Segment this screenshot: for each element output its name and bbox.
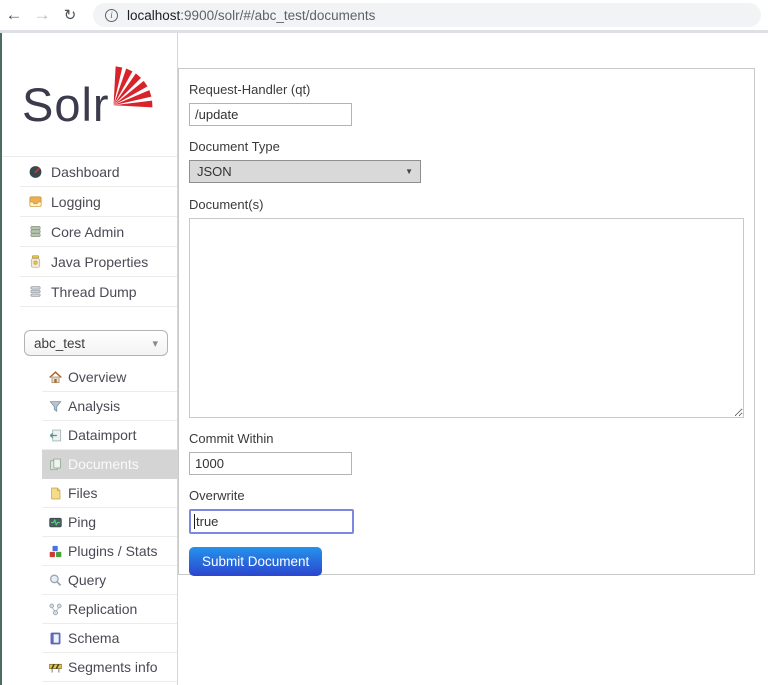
sidebar-item-ping[interactable]: Ping <box>42 508 177 537</box>
sidebar-item-label: Logging <box>51 193 101 210</box>
replication-icon <box>48 602 63 617</box>
sidebar-item-label: Files <box>68 485 98 501</box>
sidebar-item-dataimport[interactable]: Dataimport <box>42 421 177 450</box>
sidebar-item-overview[interactable]: Overview <box>42 363 177 392</box>
forward-icon[interactable]: → <box>28 5 56 25</box>
sidebar-item-label: Schema <box>68 630 120 646</box>
sidebar-item-label: Dashboard <box>51 163 120 180</box>
sidebar-item-label: Segments info <box>68 659 158 675</box>
select-arrow-icon: ▼ <box>405 167 413 176</box>
logging-icon <box>28 194 43 209</box>
url-path: :9900/solr/#/abc_test/documents <box>180 7 376 23</box>
commit-within-input[interactable] <box>189 452 352 475</box>
sidebar-item-label: Java Properties <box>51 253 149 270</box>
sidebar: Solr Dashboard Logging Core Admin Java P… <box>2 33 178 685</box>
sidebar-item-label: Query <box>68 572 107 588</box>
solr-logo[interactable]: Solr <box>2 63 177 156</box>
documents-label: Document(s) <box>189 197 264 212</box>
documents-form-panel: Request-Handler (qt) Document Type JSON … <box>178 68 755 576</box>
files-icon <box>48 486 63 501</box>
back-icon[interactable]: ← <box>0 5 28 25</box>
overview-icon <box>48 370 63 385</box>
document-type-label: Document Type <box>189 139 280 154</box>
url-text: localhost:9900/solr/#/abc_test/documents <box>127 8 375 23</box>
schema-icon <box>48 631 63 646</box>
core-selector-dropdown[interactable]: abc_test ▾ <box>24 330 168 356</box>
segments-info-icon <box>48 660 63 675</box>
sidebar-item-label: Ping <box>68 514 97 530</box>
document-type-value: JSON <box>197 164 232 179</box>
commit-within-label: Commit Within <box>189 431 274 446</box>
solr-sunburst-icon <box>110 63 156 111</box>
core-selector-value: abc_test <box>34 335 86 351</box>
main-nav: Dashboard Logging Core Admin Java Proper… <box>2 156 177 307</box>
text-caret <box>194 514 195 529</box>
solr-logo-text: Solr <box>22 78 110 131</box>
overwrite-field-wrap <box>189 509 354 534</box>
sidebar-item-files[interactable]: Files <box>42 479 177 508</box>
sidebar-item-plugins-stats[interactable]: Plugins / Stats <box>42 537 177 566</box>
analysis-icon <box>48 399 63 414</box>
documents-icon <box>48 457 63 472</box>
submit-document-button[interactable]: Submit Document <box>189 547 323 576</box>
sidebar-item-label: Documents <box>68 456 139 472</box>
core-admin-icon <box>28 224 43 239</box>
sidebar-item-label: Plugins / Stats <box>68 543 158 559</box>
browser-toolbar: ← → ↻ i localhost:9900/solr/#/abc_test/d… <box>0 0 768 30</box>
java-properties-icon <box>28 254 43 269</box>
sidebar-item-segments-info[interactable]: Segments info <box>42 653 177 682</box>
sidebar-item-label: Thread Dump <box>51 283 137 300</box>
overwrite-input[interactable] <box>189 509 354 534</box>
sidebar-item-query[interactable]: Query <box>42 566 177 595</box>
sidebar-item-label: Analysis <box>68 398 121 414</box>
plugins-stats-icon <box>48 544 63 559</box>
sidebar-item-label: Replication <box>68 601 138 617</box>
request-handler-label: Request-Handler (qt) <box>189 82 311 97</box>
request-handler-input[interactable] <box>189 103 352 126</box>
sidebar-item-label: Dataimport <box>68 427 137 443</box>
info-icon[interactable]: i <box>105 8 118 22</box>
overwrite-label: Overwrite <box>189 488 245 503</box>
chevron-down-icon: ▾ <box>152 337 158 350</box>
ping-icon <box>48 515 63 530</box>
document-type-select[interactable]: JSON ▼ <box>189 160 421 183</box>
sidebar-item-documents[interactable]: Documents <box>42 450 177 479</box>
sidebar-item-schema[interactable]: Schema <box>42 624 177 653</box>
sidebar-item-logging[interactable]: Logging <box>20 187 177 217</box>
sidebar-item-core-admin[interactable]: Core Admin <box>20 217 177 247</box>
address-bar[interactable]: i localhost:9900/solr/#/abc_test/documen… <box>93 3 761 27</box>
dashboard-icon <box>28 164 43 179</box>
refresh-icon[interactable]: ↻ <box>56 6 84 24</box>
sidebar-item-analysis[interactable]: Analysis <box>42 392 177 421</box>
thread-dump-icon <box>28 284 43 299</box>
sidebar-item-replication[interactable]: Replication <box>42 595 177 624</box>
query-icon <box>48 573 63 588</box>
core-nav: Overview Analysis Dataimport Documents F… <box>2 363 177 682</box>
sidebar-item-java-properties[interactable]: Java Properties <box>20 247 177 277</box>
sidebar-item-label: Overview <box>68 369 127 385</box>
sidebar-item-label: Core Admin <box>51 223 125 240</box>
documents-textarea[interactable] <box>189 218 744 418</box>
url-host: localhost <box>127 7 181 23</box>
dataimport-icon <box>48 428 63 443</box>
sidebar-item-dashboard[interactable]: Dashboard <box>20 157 177 187</box>
sidebar-item-thread-dump[interactable]: Thread Dump <box>20 277 177 307</box>
